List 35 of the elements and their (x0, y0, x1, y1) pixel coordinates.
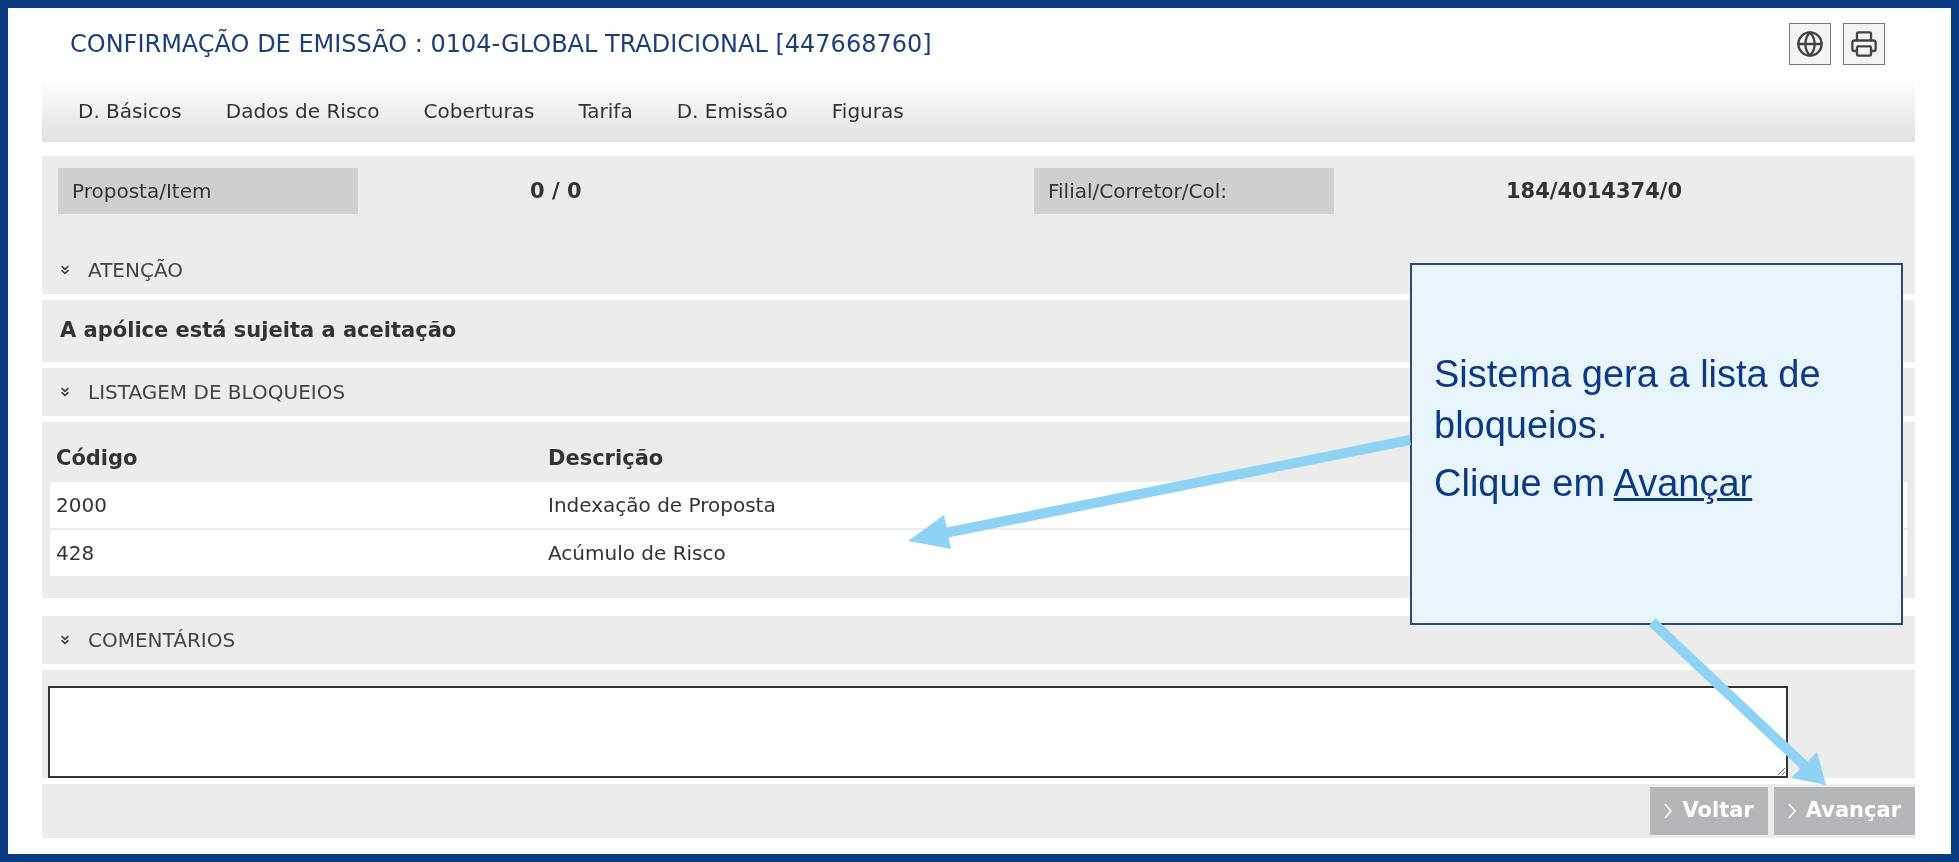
field-label: Filial/Corretor/Col: (1034, 168, 1334, 214)
tab-link[interactable]: D. Básicos (78, 96, 182, 126)
table-cell-text: Indexação de Proposta (547, 492, 776, 519)
table-cell-text: Acúmulo de Risco (547, 540, 726, 567)
chevron-right-icon (1664, 803, 1673, 819)
tab-link[interactable]: Dados de Risco (225, 96, 380, 126)
chevrons-down-icon (58, 263, 72, 277)
tab-link[interactable]: Figuras (831, 96, 904, 126)
section-title: LISTAGEM DE BLOQUEIOS (88, 379, 346, 406)
window-title: CONFIRMAÇÃO DE EMISSÃO : 0104-GLOBAL TRADICIONAL [447668760] (70, 28, 932, 60)
tab-link[interactable]: Coberturas (423, 96, 535, 126)
globe-icon (1796, 30, 1824, 58)
table-cell-text: 2000 (55, 492, 108, 519)
column-header: Código (55, 445, 139, 473)
callout-instruction: Clique em Avançar (1434, 460, 1754, 506)
globe-button[interactable] (1789, 23, 1831, 65)
tab-link[interactable]: Tarifa (578, 96, 633, 126)
field-value: 184/4014374/0 (1506, 178, 1683, 205)
tab-link[interactable]: D. Emissão (676, 96, 788, 126)
printer-icon (1850, 30, 1878, 58)
chevrons-down-icon (58, 633, 72, 647)
table-cell-text: 428 (55, 540, 96, 567)
section-title: COMENTÁRIOS (88, 627, 236, 654)
chevron-right-icon (1787, 803, 1796, 819)
column-header: Descrição (547, 445, 664, 473)
section-header[interactable]: ATENÇÃO (42, 246, 1915, 294)
field-label: Proposta/Item (58, 168, 358, 214)
advance-link[interactable]: Avançar (1613, 461, 1753, 504)
chevrons-down-icon (58, 385, 72, 399)
notice-text: A apólice está sujeita a aceitação (60, 317, 457, 345)
section-title: ATENÇÃO (88, 257, 183, 284)
field-value: 0 / 0 (530, 178, 582, 205)
section-header[interactable]: COMENTÁRIOS (42, 616, 1915, 664)
print-button[interactable] (1843, 23, 1885, 65)
comment-field[interactable] (48, 686, 1788, 778)
